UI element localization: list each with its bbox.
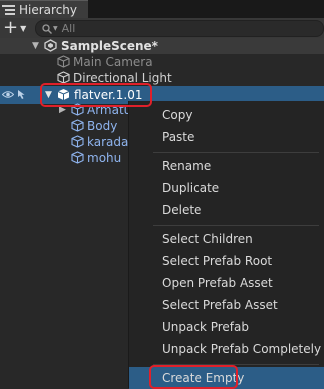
prefab-cube-icon [71,135,84,148]
hierarchy-row-mohu[interactable]: mohu [0,150,128,166]
menu-item-open-prefab-asset[interactable]: Open Prefab Asset [129,272,324,294]
visibility-eye-icon[interactable] [2,90,14,99]
menu-item-unpack-prefab-completely[interactable]: Unpack Prefab Completely [129,338,324,360]
menu-item-label: Duplicate [162,181,220,195]
menu-item-label: Copy [162,108,193,122]
hierarchy-row-karada[interactable]: karada [0,134,128,150]
menu-item-label: Rename [162,159,212,173]
menu-item-label: Select Prefab Root [162,254,273,268]
menu-item-label: Unpack Prefab [162,320,249,334]
menu-item-delete[interactable]: Delete [129,199,324,221]
menu-separator [153,152,319,153]
scene-row[interactable]: ▼ SampleScene* [0,38,324,54]
menu-item-label: Delete [162,203,202,217]
menu-item-label: Select Children [162,232,253,246]
gameobject-cube-icon [57,55,70,68]
create-button[interactable]: + ▼ [3,19,29,37]
menu-item-select-prefab-asset[interactable]: Select Prefab Asset [129,294,324,316]
search-field[interactable]: ▼ All [35,20,324,37]
prefab-cube-icon [71,119,84,132]
scene-expand-arrow-icon[interactable]: ▼ [32,41,39,51]
menu-item-duplicate[interactable]: Duplicate [129,177,324,199]
hierarchy-row-main-camera[interactable]: Main Camera [0,54,324,70]
menu-item-label: Unpack Prefab Completely [162,342,322,356]
hierarchy-row-body[interactable]: Body [0,118,128,134]
menu-item-label: Select Prefab Asset [162,298,278,312]
pickability-hand-icon[interactable] [16,89,27,100]
annotation-highlight-selected-object [40,83,152,107]
plus-icon: + [3,17,19,38]
prefab-cube-icon [71,151,84,164]
hierarchy-toolbar: + ▼ ▼ All [0,18,324,39]
row-label: Main Camera [73,55,153,69]
row-label: karada [87,135,129,149]
context-menu: Copy Paste Rename Duplicate Delete Selec… [128,101,324,389]
unity-scene-icon [44,39,57,52]
menu-item-label: Paste [162,130,195,144]
menu-item-label: Open Prefab Asset [162,276,273,290]
tab-title: Hierarchy [19,3,78,17]
menu-separator [153,225,319,226]
row-label: mohu [87,151,122,165]
menu-item-copy[interactable]: Copy [129,104,324,126]
row-label: Body [87,119,118,133]
hierarchy-list-icon [2,5,15,15]
dropdown-caret-icon: ▼ [20,23,27,33]
menu-item-select-children[interactable]: Select Children [129,228,324,250]
search-input[interactable]: All [62,22,76,35]
search-filter-caret-icon: ▼ [53,25,58,32]
annotation-highlight-create-empty [149,365,238,389]
menu-item-select-prefab-root[interactable]: Select Prefab Root [129,250,324,272]
search-icon [42,23,52,34]
menu-item-paste[interactable]: Paste [129,126,324,148]
panel-tab-bar: Hierarchy [0,0,324,19]
scene-name: SampleScene* [61,39,158,53]
menu-item-unpack-prefab[interactable]: Unpack Prefab [129,316,324,338]
menu-item-rename[interactable]: Rename [129,155,324,177]
